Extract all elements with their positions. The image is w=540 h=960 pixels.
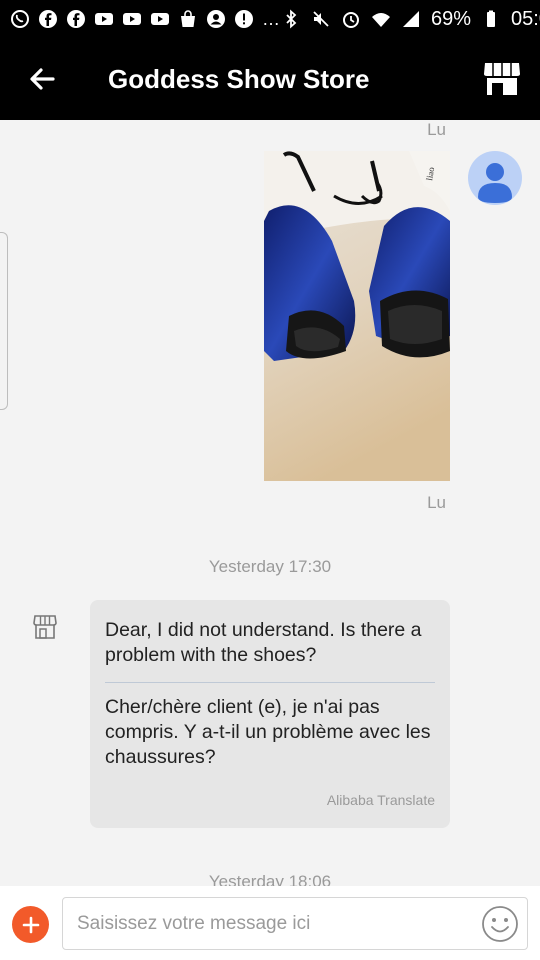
message-input[interactable]: [62, 897, 528, 950]
plus-icon: [22, 916, 39, 933]
back-arrow-icon: [30, 68, 55, 90]
original-text: Dear, I did not understand. Is there a p…: [105, 619, 422, 666]
battery-percent: 69%: [431, 7, 472, 30]
bluetooth-icon: [281, 9, 301, 29]
wifi-icon: [371, 9, 391, 29]
store-title: Goddess Show Store: [108, 63, 370, 94]
translated-text: Cher/chère client (e), je n'ai pas compr…: [105, 696, 431, 768]
visit-store-button[interactable]: [464, 38, 540, 120]
translation-provider: Alibaba Translate: [326, 792, 435, 808]
notification-icons: …: [10, 9, 281, 30]
system-icons: 69% 05:06: [281, 8, 540, 31]
message-bubble[interactable]: Dear, I did not understand. Is there a p…: [90, 600, 450, 828]
status-bar: … 69% 05:06: [0, 0, 540, 38]
chat-messages[interactable]: Lu liao Lu Yesterday 17:30 Dear, I did n…: [0, 120, 540, 886]
youtube-icon: [94, 9, 114, 29]
youtube-icon: [150, 9, 170, 29]
read-receipt: Lu: [427, 120, 446, 139]
shop-icon: [33, 615, 57, 639]
more-notifications: …: [262, 8, 281, 29]
user-avatar[interactable]: [468, 151, 522, 205]
signal-icon: [401, 9, 421, 29]
shoes-photo: liao: [264, 151, 450, 481]
facebook-icon: [66, 9, 86, 29]
store-icon: [484, 63, 520, 95]
whatsapp-icon: [10, 9, 30, 29]
read-receipt: Lu: [427, 493, 446, 512]
shopping-bag-icon: [178, 9, 198, 29]
face-icon: [206, 9, 226, 29]
message-timestamp: Yesterday 18:06: [208, 872, 332, 886]
message-timestamp: Yesterday 17:30: [208, 557, 332, 576]
side-drawer-handle[interactable]: [0, 232, 8, 410]
mute-icon: [311, 9, 331, 29]
user-avatar-icon: [478, 163, 512, 203]
alarm-icon: [341, 9, 361, 29]
message-composer: [0, 886, 540, 960]
attach-button[interactable]: [12, 906, 49, 943]
alert-icon: [234, 9, 254, 29]
image-message[interactable]: liao: [264, 151, 450, 481]
back-button[interactable]: [0, 38, 84, 120]
emoji-icon[interactable]: [481, 905, 519, 943]
youtube-icon: [122, 9, 142, 29]
battery-icon: [481, 9, 501, 29]
chat-header: Goddess Show Store: [0, 38, 540, 120]
facebook-icon: [38, 9, 58, 29]
translation-divider: [105, 682, 435, 683]
clock: 05:06: [511, 7, 540, 30]
